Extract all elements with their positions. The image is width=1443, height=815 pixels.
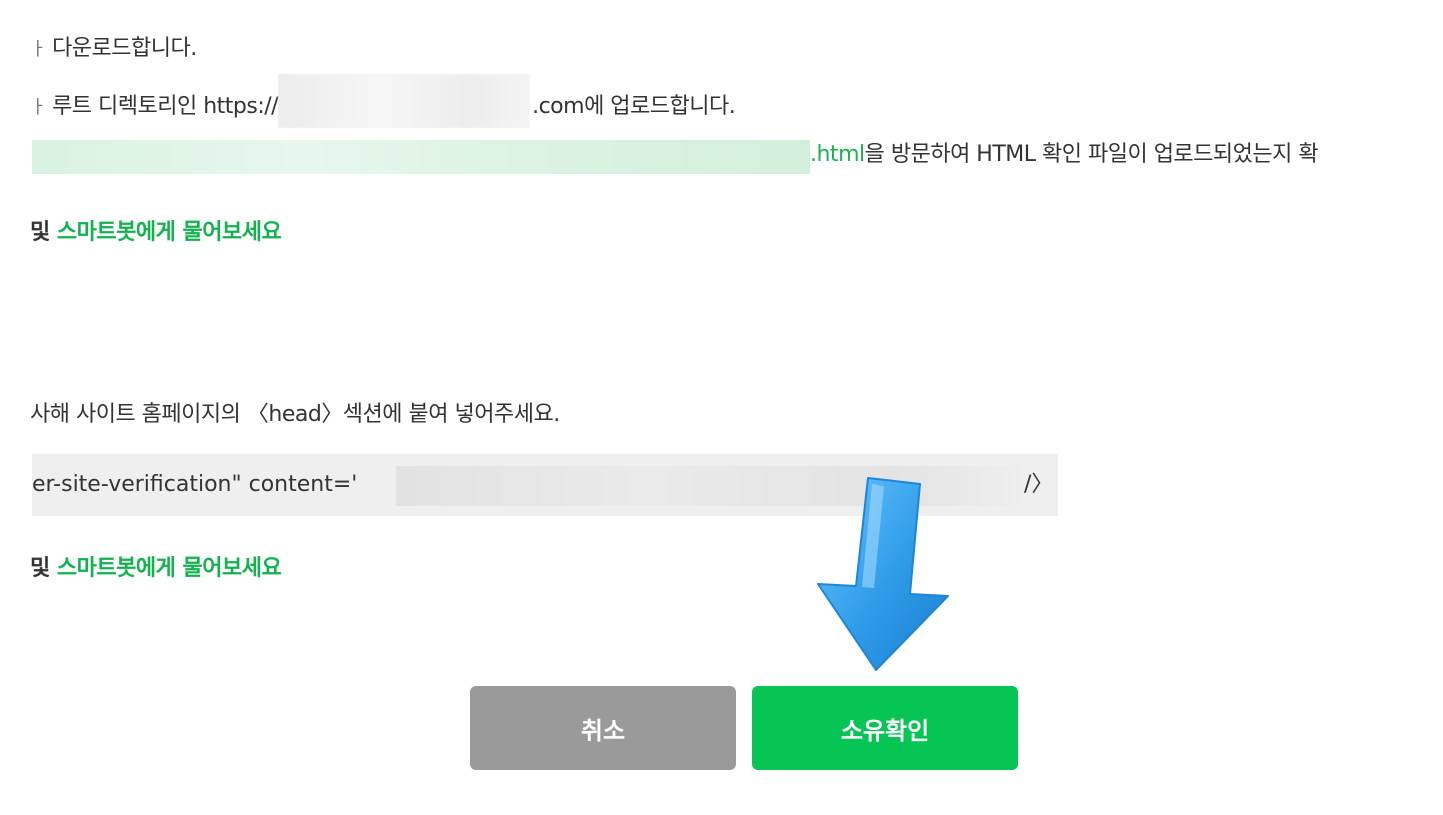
- cancel-button[interactable]: 취소: [470, 686, 736, 770]
- blurred-domain: [278, 74, 531, 128]
- step-visit-text: 을 방문하여 HTML 확인 파일이 업로드되었는지 확: [864, 142, 1319, 167]
- smartbot-link[interactable]: 스마트봇에게 물어보세요: [57, 220, 282, 245]
- step-download-text: 다운로드합니다.: [52, 36, 197, 61]
- down-arrow-icon: [817, 477, 949, 671]
- blurred-file-url: [32, 140, 810, 174]
- help-prefix: 및: [30, 556, 57, 581]
- step-upload: ㅏ 루트 디렉토리인 https:// .com에 업로드합니다.: [30, 74, 736, 128]
- truncated-mark: ㅏ: [30, 39, 47, 60]
- meta-instruction: 사해 사이트 홈페이지의 〈head〉섹션에 붙여 넣어주세요.: [30, 400, 560, 430]
- step-upload-prefix: 루트 디렉토리인 https://: [52, 94, 279, 119]
- verification-file-link[interactable]: .html: [810, 142, 865, 167]
- step-download: ㅏ 다운로드합니다.: [30, 34, 197, 65]
- truncated-mark: ㅏ: [30, 97, 47, 118]
- help-prefix: 및: [30, 220, 57, 245]
- help-line-2: 및 스마트봇에게 물어보세요: [30, 554, 282, 584]
- meta-instruction-text: 사해 사이트 홈페이지의 〈head〉섹션에 붙여 넣어주세요.: [30, 402, 560, 427]
- meta-tag-close: /〉: [1024, 472, 1054, 497]
- verification-dialog: ㅏ 다운로드합니다. ㅏ 루트 디렉토리인 https://.com에 업로드합니다…: [0, 0, 1443, 815]
- step-upload-suffix: .com에 업로드합니다.: [532, 94, 736, 119]
- confirm-ownership-button[interactable]: 소유확인: [752, 686, 1018, 770]
- help-line-1: 및 스마트봇에게 물어보세요: [30, 218, 282, 248]
- smartbot-link[interactable]: 스마트봇에게 물어보세요: [57, 556, 282, 581]
- meta-tag-code: er-site-verification" content=': [32, 472, 358, 497]
